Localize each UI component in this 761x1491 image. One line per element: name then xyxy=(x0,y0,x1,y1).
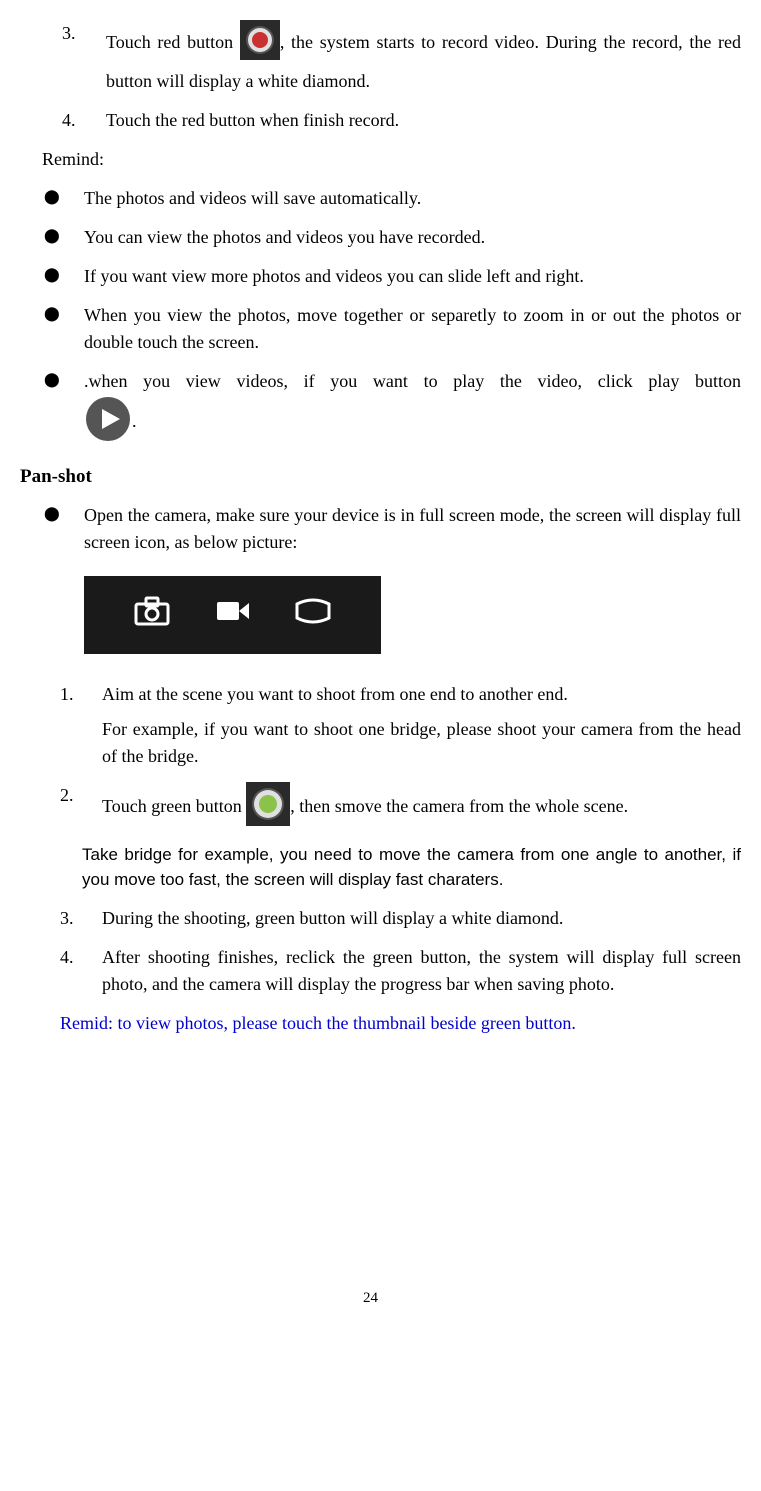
step-4: 4. Touch the red button when finish reco… xyxy=(20,107,741,134)
panshot-4-text: After shooting finishes, reclick the gre… xyxy=(102,944,741,998)
remind-bullets: ⬤ The photos and videos will save automa… xyxy=(20,185,741,451)
remind-label: Remind: xyxy=(20,146,741,173)
p2-sans-text: Take bridge for example, you need to mov… xyxy=(82,842,741,893)
panshot-4-number: 4. xyxy=(60,944,102,998)
bullet-1: ⬤ The photos and videos will save automa… xyxy=(20,185,741,212)
camera-modes-image xyxy=(84,576,381,654)
step-3-text: Touch red button , the system starts to … xyxy=(106,20,741,95)
panshot-intro-text: Open the camera, make sure your device i… xyxy=(84,502,741,669)
bullet-2-text: You can view the photos and videos you h… xyxy=(84,224,741,251)
camera-icon xyxy=(134,596,170,634)
bullet-5-period: . xyxy=(132,411,137,431)
bullet-marker-icon: ⬤ xyxy=(44,185,84,212)
panshot-1-text: Aim at the scene you want to shoot from … xyxy=(102,681,741,770)
bullet-1-text: The photos and videos will save automati… xyxy=(84,185,741,212)
panshot-steps-list: 1. Aim at the scene you want to shoot fr… xyxy=(20,681,741,998)
panshot-title: Pan-shot xyxy=(20,463,741,492)
bullet-marker-icon: ⬤ xyxy=(44,302,84,356)
step-4-number: 4. xyxy=(62,107,106,134)
remid-note: Remid: to view photos, please touch the … xyxy=(20,1010,741,1037)
bullet-3: ⬤ If you want view more photos and video… xyxy=(20,263,741,290)
panorama-icon xyxy=(295,598,331,632)
step-3-number: 3. xyxy=(62,20,106,95)
bullet-2: ⬤ You can view the photos and videos you… xyxy=(20,224,741,251)
panshot-step-3: 3. During the shooting, green button wil… xyxy=(20,905,741,932)
record-button-icon xyxy=(240,20,280,68)
bullet-marker-icon: ⬤ xyxy=(44,368,84,451)
pan-intro-text: Open the camera, make sure your device i… xyxy=(84,505,741,552)
panshot-1-number: 1. xyxy=(60,681,102,770)
bullet-3-text: If you want view more photos and videos … xyxy=(84,263,741,290)
record-steps-list: 3. Touch red button , the system starts … xyxy=(20,20,741,134)
p1-sub-text: For example, if you want to shoot one br… xyxy=(102,716,741,770)
green-button-icon xyxy=(246,782,290,834)
panshot-2-text: Touch green button , then smove the came… xyxy=(102,782,741,893)
video-icon xyxy=(215,598,251,632)
panshot-3-text: During the shooting, green button will d… xyxy=(102,905,741,932)
bullet-marker-icon: ⬤ xyxy=(44,224,84,251)
bullet-marker-icon: ⬤ xyxy=(44,502,84,669)
bullet-4-text: When you view the photos, move together … xyxy=(84,302,741,356)
step-3: 3. Touch red button , the system starts … xyxy=(20,20,741,95)
panshot-step-2: 2. Touch green button , then smove the c… xyxy=(20,782,741,893)
panshot-step-4: 4. After shooting finishes, reclick the … xyxy=(20,944,741,998)
bullet-5-text: .when you view videos, if you want to pl… xyxy=(84,368,741,451)
panshot-intro-item: ⬤ Open the camera, make sure your device… xyxy=(20,502,741,669)
play-button-icon xyxy=(84,395,132,451)
bullet-5-line1: .when you view videos, if you want to pl… xyxy=(84,368,741,395)
panshot-step-1: 1. Aim at the scene you want to shoot fr… xyxy=(20,681,741,770)
step-4-text: Touch the red button when finish record. xyxy=(106,107,741,134)
panshot-3-number: 3. xyxy=(60,905,102,932)
page-number: 24 xyxy=(0,1287,741,1310)
panshot-intro-list: ⬤ Open the camera, make sure your device… xyxy=(20,502,741,669)
bullet-marker-icon: ⬤ xyxy=(44,263,84,290)
p2-text-a: Touch green button xyxy=(102,796,246,816)
p1-text: Aim at the scene you want to shoot from … xyxy=(102,684,568,704)
step3-text-a: Touch red button xyxy=(106,32,240,52)
page-content: 3. Touch red button , the system starts … xyxy=(0,20,741,1037)
p2-text-b: , then smove the camera from the whole s… xyxy=(290,796,628,816)
bullet-5: ⬤ .when you view videos, if you want to … xyxy=(20,368,741,451)
bullet-4: ⬤ When you view the photos, move togethe… xyxy=(20,302,741,356)
